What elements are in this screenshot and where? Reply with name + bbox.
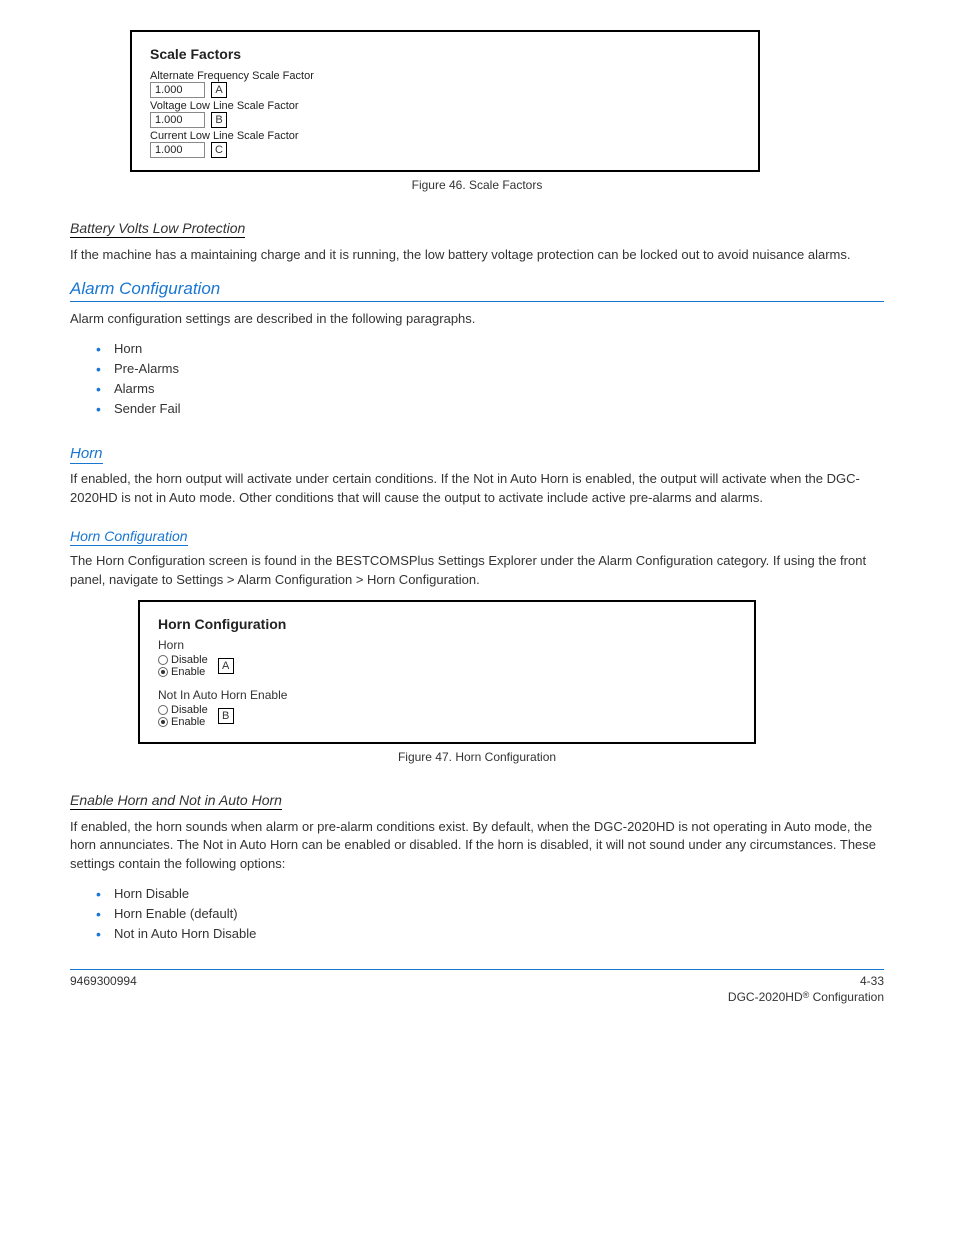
sf-label: Alternate Frequency Scale Factor <box>150 70 740 82</box>
sf-row: Alternate Frequency Scale Factor A <box>150 70 740 98</box>
callout-letter: B <box>218 708 234 724</box>
footer-page: 4-33 <box>860 974 884 988</box>
horn-config-link: Horn Configuration <box>70 528 188 546</box>
callout-letter: A <box>218 658 234 674</box>
notinauto-disable-radio[interactable]: Disable <box>158 704 208 716</box>
list-item: Horn <box>114 339 884 359</box>
list-item: Sender Fail <box>114 399 884 419</box>
radio-label: Enable <box>171 716 205 728</box>
callout-letter: A <box>211 82 227 98</box>
sf-label: Current Low Line Scale Factor <box>150 130 740 142</box>
sf-row: Voltage Low Line Scale Factor B <box>150 100 740 128</box>
list-item: Alarms <box>114 379 884 399</box>
figure-caption: Figure 46. Scale Factors <box>70 178 884 192</box>
list-item: Horn Enable (default) <box>114 904 884 924</box>
notinauto-sublabel: Not In Auto Horn Enable <box>158 688 736 702</box>
voltage-input[interactable] <box>150 112 205 128</box>
horn-config-panel: Horn Configuration Horn Disable Enable A… <box>138 600 756 744</box>
horn-text: If enabled, the horn output will activat… <box>70 470 884 508</box>
callout-letter: B <box>211 112 227 128</box>
list-item: Not in Auto Horn Disable <box>114 924 884 944</box>
radio-label: Disable <box>171 704 208 716</box>
alt-freq-input[interactable] <box>150 82 205 98</box>
horn-screen-text: The Horn Configuration screen is found i… <box>70 552 884 590</box>
alarm-config-intro: Alarm configuration settings are describ… <box>70 310 884 329</box>
scale-factors-panel: Scale Factors Alternate Frequency Scale … <box>130 30 760 172</box>
scale-factors-title: Scale Factors <box>150 46 740 62</box>
list-item: Pre-Alarms <box>114 359 884 379</box>
notinauto-enable-radio[interactable]: Enable <box>158 716 208 728</box>
notinauto-radio-row: Disable Enable B <box>158 704 736 728</box>
footer-right-prefix: DGC-2020HD <box>728 990 803 1004</box>
footer-right-wrap: DGC-2020HD ® Configuration <box>70 990 884 1004</box>
alarm-config-heading: Alarm Configuration <box>70 279 884 302</box>
radio-label: Enable <box>171 666 205 678</box>
callout-letter: C <box>211 142 227 158</box>
horn-radio-row: Disable Enable A <box>158 654 736 678</box>
horn-enable-radio[interactable]: Enable <box>158 666 208 678</box>
battery-lockout-heading: Battery Volts Low Protection <box>70 220 245 238</box>
horn-disable-radio[interactable]: Disable <box>158 654 208 666</box>
sf-row: Current Low Line Scale Factor C <box>150 130 740 158</box>
enable-horn-text: If enabled, the horn sounds when alarm o… <box>70 818 884 875</box>
current-input[interactable] <box>150 142 205 158</box>
alarm-config-list: Horn Pre-Alarms Alarms Sender Fail <box>70 339 884 420</box>
sf-label: Voltage Low Line Scale Factor <box>150 100 740 112</box>
enable-horn-heading: Enable Horn and Not in Auto Horn <box>70 792 282 810</box>
horn-sublabel: Horn <box>158 638 736 652</box>
enable-options-list: Horn Disable Horn Enable (default) Not i… <box>70 884 884 944</box>
registered-icon: ® <box>803 990 810 1004</box>
radio-label: Disable <box>171 654 208 666</box>
list-item: Horn Disable <box>114 884 884 904</box>
horn-link-heading: Horn <box>70 445 103 464</box>
page-footer: 9469300994 4-33 <box>70 969 884 988</box>
battery-lockout-text: If the machine has a maintaining charge … <box>70 246 884 265</box>
horn-config-title: Horn Configuration <box>158 616 736 632</box>
figure-caption: Figure 47. Horn Configuration <box>70 750 884 764</box>
footer-left: 9469300994 <box>70 974 137 988</box>
footer-right-suffix: Configuration <box>813 990 884 1004</box>
